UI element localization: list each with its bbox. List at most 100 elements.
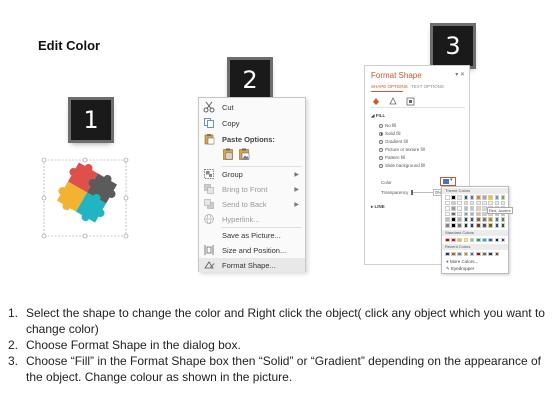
theme-color-swatch[interactable]: [476, 223, 481, 228]
menu-item-group[interactable]: Group ▶: [199, 167, 305, 181]
theme-color-swatch[interactable]: [469, 200, 475, 206]
theme-color-swatch[interactable]: [463, 223, 469, 228]
theme-color-swatch[interactable]: [457, 195, 462, 200]
theme-color-swatch[interactable]: [451, 195, 456, 200]
fill-option-picture-fill[interactable]: Picture or texture fill: [379, 147, 425, 152]
tab-shape-options[interactable]: SHAPE OPTIONS: [371, 84, 408, 89]
paste-picture-icon[interactable]: [238, 148, 251, 161]
tab-text-options[interactable]: TEXT OPTIONS: [411, 84, 444, 89]
theme-color-swatch[interactable]: [463, 200, 469, 206]
transparency-slider[interactable]: [411, 192, 433, 193]
fill-option-pattern-fill[interactable]: Pattern fill: [379, 155, 405, 160]
puzzle-graphic[interactable]: [30, 148, 140, 244]
theme-color-swatch[interactable]: [494, 223, 500, 228]
standard-color-swatch[interactable]: [476, 237, 481, 243]
fill-option-no-fill[interactable]: No fill: [379, 123, 396, 128]
theme-color-swatch[interactable]: [476, 211, 481, 217]
theme-color-swatch[interactable]: [500, 195, 506, 200]
theme-color-swatch[interactable]: [494, 217, 500, 222]
fill-option-gradient-fill[interactable]: Gradient fill: [379, 139, 408, 144]
recent-color-swatch[interactable]: [494, 251, 500, 257]
standard-color-swatch[interactable]: [463, 237, 469, 243]
theme-color-swatch[interactable]: [482, 195, 487, 200]
theme-color-swatch[interactable]: [445, 217, 450, 222]
pane-close-icon[interactable]: ▾ ✕: [455, 71, 465, 78]
theme-color-swatch[interactable]: [451, 200, 456, 206]
color-picker-button[interactable]: ▾: [440, 177, 456, 186]
theme-color-swatch[interactable]: [469, 217, 475, 222]
theme-color-swatch[interactable]: [469, 211, 475, 217]
recent-color-swatch[interactable]: [476, 251, 481, 257]
theme-color-swatch[interactable]: [445, 200, 450, 206]
size-properties-icon[interactable]: [406, 97, 415, 106]
theme-color-swatch[interactable]: [457, 223, 462, 228]
theme-color-swatch[interactable]: [457, 200, 462, 206]
theme-color-swatch[interactable]: [451, 211, 456, 217]
paste-keep-formatting-icon[interactable]: [222, 148, 235, 161]
menu-item-cut[interactable]: Cut: [199, 100, 305, 114]
standard-color-swatch[interactable]: [469, 237, 475, 243]
standard-color-swatch[interactable]: [500, 237, 506, 243]
theme-color-swatch[interactable]: [476, 200, 481, 206]
theme-color-swatch[interactable]: [445, 211, 450, 217]
menu-item-bring-to-front[interactable]: Bring to Front ▶: [199, 182, 305, 196]
recent-color-swatch[interactable]: [451, 251, 456, 257]
theme-color-swatch[interactable]: [445, 206, 450, 211]
standard-color-swatch[interactable]: [488, 237, 493, 243]
theme-color-swatch[interactable]: [494, 195, 500, 200]
theme-color-swatch[interactable]: [451, 223, 456, 228]
recent-color-swatch[interactable]: [445, 251, 450, 257]
effects-icon[interactable]: [389, 97, 397, 105]
theme-color-swatch[interactable]: [500, 223, 506, 228]
theme-color-swatch[interactable]: [469, 206, 475, 211]
line-section-header[interactable]: ▸ LINE: [371, 204, 385, 210]
standard-color-swatch[interactable]: [482, 237, 487, 243]
theme-color-swatch[interactable]: [482, 223, 487, 228]
standard-color-swatch[interactable]: [445, 237, 450, 243]
theme-color-swatch[interactable]: [500, 217, 506, 222]
theme-color-swatch[interactable]: [476, 195, 481, 200]
theme-color-swatch[interactable]: [469, 223, 475, 228]
theme-color-swatch[interactable]: [476, 206, 481, 211]
theme-color-swatch[interactable]: [463, 217, 469, 222]
recent-color-swatch[interactable]: [463, 251, 469, 257]
menu-item-hyperlink[interactable]: Hyperlink...: [199, 212, 305, 226]
theme-color-swatch[interactable]: [488, 195, 493, 200]
menu-item-size-and-position[interactable]: Size and Position...: [199, 243, 305, 257]
fill-line-icon[interactable]: [373, 98, 379, 105]
theme-color-swatch[interactable]: [451, 217, 456, 222]
recent-color-swatch[interactable]: [457, 251, 462, 257]
menu-item-format-shape[interactable]: Format Shape...: [199, 258, 305, 272]
theme-color-swatch[interactable]: [451, 206, 456, 211]
standard-color-swatch[interactable]: [494, 237, 500, 243]
transparency-slider-thumb[interactable]: [411, 190, 413, 195]
fill-option-slide-background-fill[interactable]: Slide background fill: [379, 163, 425, 168]
recent-color-swatch[interactable]: [482, 251, 487, 257]
theme-color-swatch[interactable]: [463, 211, 469, 217]
theme-color-swatch[interactable]: [469, 195, 475, 200]
standard-color-swatch[interactable]: [451, 237, 456, 243]
fill-section-header[interactable]: ◢ FILL: [371, 113, 385, 119]
theme-color-swatch[interactable]: [488, 200, 493, 206]
theme-color-swatch[interactable]: [463, 206, 469, 211]
recent-color-swatch[interactable]: [488, 251, 493, 257]
theme-color-swatch[interactable]: [488, 217, 493, 222]
menu-item-save-as-picture[interactable]: Save as Picture...: [199, 228, 305, 242]
theme-color-swatch[interactable]: [463, 195, 469, 200]
theme-color-swatch[interactable]: [457, 217, 462, 222]
recent-color-swatch[interactable]: [469, 251, 475, 257]
theme-color-swatch[interactable]: [457, 211, 462, 217]
theme-color-swatch[interactable]: [494, 200, 500, 206]
menu-item-copy[interactable]: Copy: [199, 116, 305, 130]
theme-color-swatch[interactable]: [445, 195, 450, 200]
theme-color-swatch[interactable]: [457, 206, 462, 211]
theme-color-swatch[interactable]: [482, 200, 487, 206]
fill-option-solid-fill[interactable]: Solid fill: [379, 131, 401, 136]
theme-color-swatch[interactable]: [488, 223, 493, 228]
theme-color-swatch[interactable]: [445, 223, 450, 228]
more-colors-item[interactable]: ● More Colors...: [446, 259, 478, 264]
standard-color-swatch[interactable]: [457, 237, 462, 243]
menu-item-send-to-back[interactable]: Send to Back ▶: [199, 197, 305, 211]
eyedropper-item[interactable]: ✎ Eyedropper: [446, 266, 474, 272]
theme-color-swatch[interactable]: [500, 200, 506, 206]
